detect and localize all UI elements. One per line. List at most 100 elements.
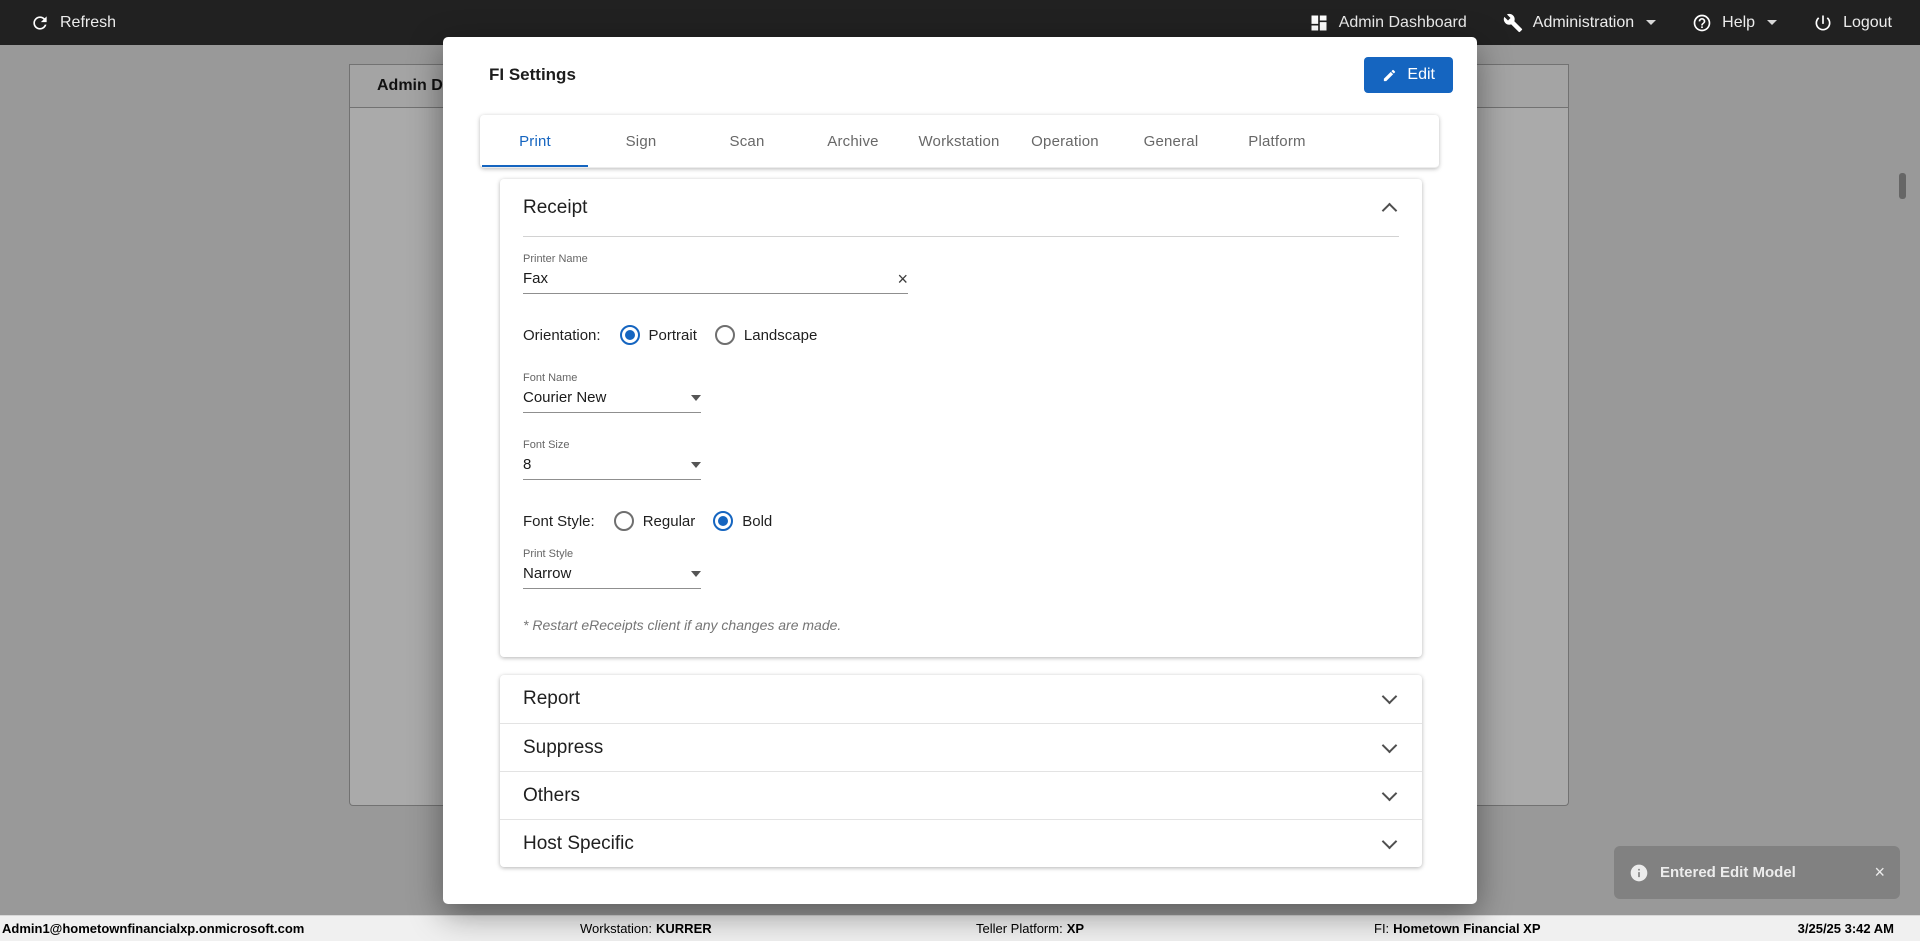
tab-label: Operation [1031,132,1099,150]
dropdown-arrow-icon [691,570,701,577]
landscape-radio-label: Landscape [743,326,818,344]
logout-label: Logout [1843,13,1892,31]
printer-name-input[interactable]: Fax × [523,270,908,294]
tab-label: Archive [827,132,879,150]
teller-platform-label: Teller Platform: [976,921,1063,936]
teller-platform-status: Teller Platform: XP [976,916,1084,941]
dialog-title: FI Settings [489,65,576,84]
administration-label: Administration [1532,13,1635,31]
receipt-title: Receipt [523,196,588,218]
font-name-label: Font Name [523,372,578,384]
chevron-up-icon [1381,202,1398,219]
tab-label: Print [519,132,551,150]
tab-label: General [1143,132,1199,150]
suppress-accordion-header[interactable]: Suppress [500,723,1422,771]
print-style-select[interactable]: Narrow [523,565,701,589]
logged-in-user: Admin1@hometownfinancialxp.onmicrosoft.c… [2,921,305,936]
settings-tabs: Print Sign Scan Archive Workstation Oper… [480,115,1439,168]
chevron-down-icon [1381,833,1398,849]
landscape-radio[interactable] [714,325,735,345]
font-size-select[interactable]: 8 [523,456,701,480]
bold-radio-label: Bold [742,512,773,530]
workstation-label: Workstation: [580,921,653,936]
accordion-area: Receipt Printer Name Fax × Orientation: … [500,179,1422,867]
chevron-down-icon [1767,20,1778,25]
edit-button[interactable]: Edit [1364,57,1453,93]
dashboard-icon [1309,13,1329,33]
font-style-group: Font Style: Regular Bold [523,510,1399,532]
host-specific-title: Host Specific [523,832,634,854]
host-specific-accordion-header[interactable]: Host Specific [500,819,1422,867]
others-accordion-header[interactable]: Others [500,771,1422,819]
suppress-title: Suppress [523,736,604,758]
refresh-button[interactable]: Refresh [30,13,116,33]
tab-label: Scan [729,132,765,150]
info-icon [1629,863,1649,883]
admin-dashboard-label: Admin Dashboard [1338,13,1467,31]
teller-platform-value: XP [1066,921,1085,936]
clear-icon[interactable]: × [897,270,908,288]
datetime-status: 3/25/25 3:42 AM [1797,921,1894,936]
fi-status: FI: Hometown Financial XP [1374,916,1541,941]
admin-dashboard-nav[interactable]: Admin Dashboard [1309,13,1467,33]
logout-button[interactable]: Logout [1813,13,1892,33]
close-icon[interactable]: × [1874,862,1885,883]
collapsed-accordions: Report Suppress Others Host Specific [500,675,1422,867]
print-style-value: Narrow [523,565,572,582]
tab-general[interactable]: General [1118,115,1224,167]
printer-name-label: Printer Name [523,253,588,265]
dropdown-arrow-icon [691,461,701,468]
bold-radio[interactable] [713,511,734,531]
regular-radio-label: Regular [642,512,696,530]
tab-label: Sign [625,132,657,150]
font-size-value: 8 [523,456,532,473]
help-icon [1692,13,1712,33]
receipt-body: Printer Name Fax × Orientation: Portrait… [500,237,1422,657]
tab-print[interactable]: Print [482,115,588,167]
help-menu[interactable]: Help [1692,13,1778,33]
tab-archive[interactable]: Archive [800,115,906,167]
dropdown-arrow-icon [691,394,701,401]
chevron-down-icon [1381,785,1398,801]
scrollbar-thumb[interactable] [1899,173,1906,199]
print-style-label: Print Style [523,548,574,560]
tab-label: Workstation [918,132,1000,150]
fi-value: Hometown Financial XP [1393,921,1541,936]
administration-menu[interactable]: Administration [1503,13,1657,33]
dialog-header: FI Settings Edit [443,37,1477,113]
portrait-radio-label: Portrait [648,326,697,344]
chevron-down-icon [1381,737,1398,753]
others-title: Others [523,784,581,806]
tab-sign[interactable]: Sign [588,115,694,167]
report-accordion-header[interactable]: Report [500,675,1422,723]
workstation-value: KURRER [656,921,712,936]
portrait-radio[interactable] [619,325,640,345]
edit-button-label: Edit [1407,66,1435,83]
font-style-label: Font Style: [523,512,595,530]
toast-message: Entered Edit Model [1660,864,1796,881]
receipt-accordion-header[interactable]: Receipt [500,179,1422,236]
orientation-label: Orientation: [523,326,601,344]
report-title: Report [523,688,581,709]
tab-label: Platform [1248,132,1306,150]
font-name-select[interactable]: Courier New [523,389,701,413]
refresh-icon [30,13,50,33]
power-icon [1813,13,1833,33]
fi-label: FI: [1374,921,1390,936]
tab-scan[interactable]: Scan [694,115,800,167]
tab-workstation[interactable]: Workstation [906,115,1012,167]
help-label: Help [1722,13,1756,31]
workstation-status: Workstation: KURRER [580,916,712,941]
regular-radio[interactable] [613,511,634,531]
orientation-group: Orientation: Portrait Landscape [523,324,1399,346]
font-size-label: Font Size [523,439,570,451]
tab-platform[interactable]: Platform [1224,115,1330,167]
refresh-label: Refresh [60,13,117,31]
receipt-section: Receipt Printer Name Fax × Orientation: … [500,179,1422,657]
tab-operation[interactable]: Operation [1012,115,1118,167]
chevron-down-icon [1381,688,1398,705]
wrench-icon [1503,13,1523,33]
chevron-down-icon [1646,20,1657,25]
toast-notification: Entered Edit Model × [1614,846,1900,899]
status-bar: Admin1@hometownfinancialxp.onmicrosoft.c… [0,915,1920,941]
